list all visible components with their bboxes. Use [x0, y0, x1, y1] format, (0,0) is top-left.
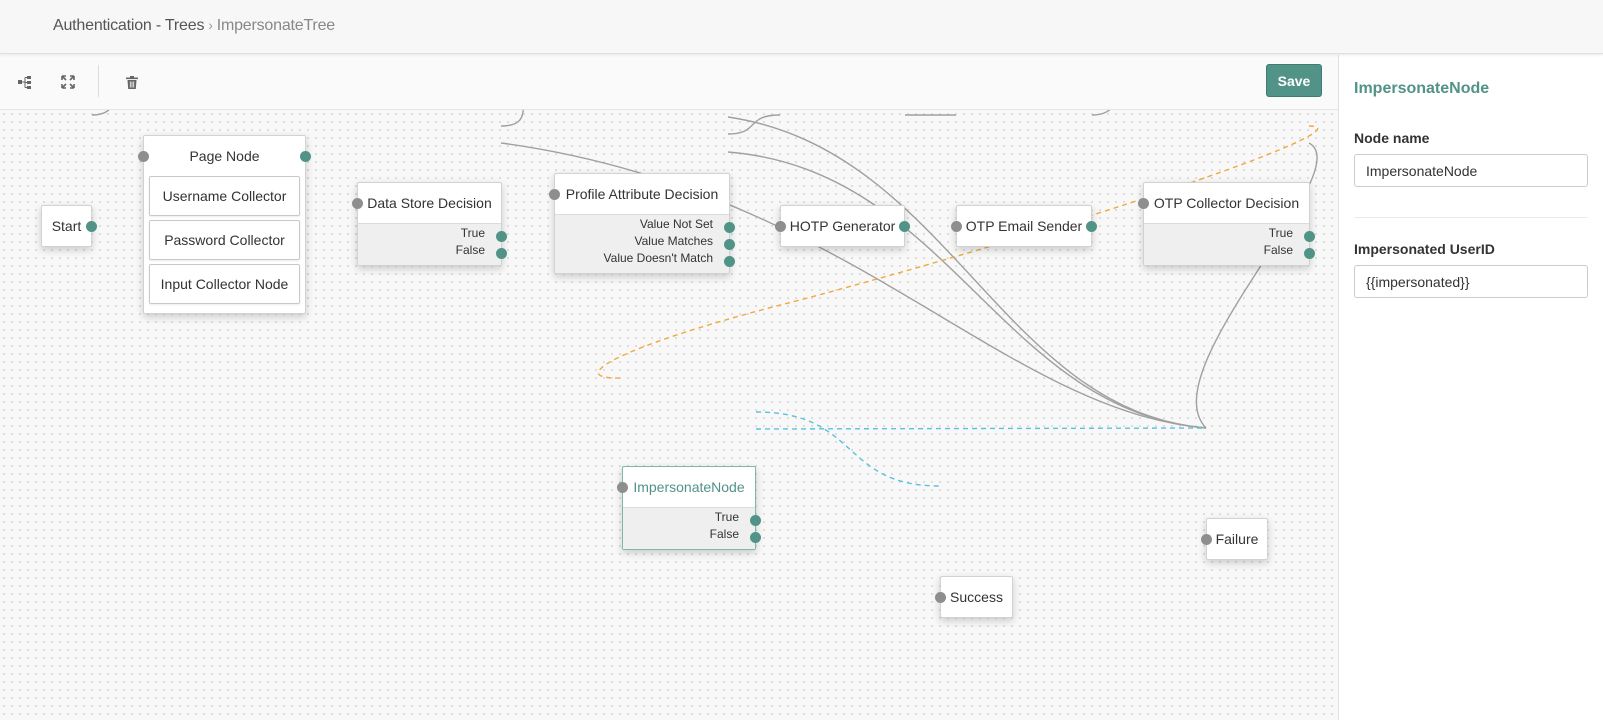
input-port[interactable] — [951, 221, 962, 232]
outcome-false-label: False — [1263, 243, 1293, 257]
link-otpemail-otpcollector — [1091, 110, 1111, 116]
input-port[interactable] — [1201, 534, 1212, 545]
outcome-false-label: False — [455, 243, 485, 257]
output-port[interactable] — [300, 151, 311, 162]
start-node[interactable]: Start — [41, 205, 97, 247]
username-collector-node[interactable]: Username Collector — [149, 176, 300, 216]
output-port-true[interactable] — [1304, 231, 1315, 242]
save-button[interactable]: Save — [1266, 64, 1322, 97]
input-collector-node[interactable]: Input Collector Node — [149, 264, 300, 304]
breadcrumb-separator: › — [208, 17, 213, 33]
output-port-false[interactable] — [1304, 248, 1315, 259]
page-node[interactable]: Page Node Username Collector Password Co… — [138, 135, 311, 314]
outcome-value-doesnt-match-label: Value Doesn't Match — [603, 251, 713, 265]
impersonated-userid-label: Impersonated UserID — [1354, 241, 1495, 257]
data-store-decision-node[interactable]: Data Store Decision True False — [352, 182, 507, 266]
profile-attribute-decision-node[interactable]: Profile Attribute Decision Value Not Set… — [549, 173, 735, 274]
failure-node[interactable]: Failure — [1201, 518, 1268, 560]
input-port[interactable] — [352, 198, 363, 209]
node-label: OTP Email Sender — [965, 218, 1083, 234]
input-port[interactable] — [617, 482, 628, 493]
output-port-value-matches[interactable] — [724, 239, 735, 250]
input-port[interactable] — [549, 189, 560, 200]
node-label: Success — [950, 589, 1003, 605]
link-impersonate-true-success — [755, 411, 941, 487]
node-label: Data Store Decision — [367, 195, 492, 211]
node-label: Start — [51, 218, 82, 234]
output-port-true[interactable] — [750, 515, 761, 526]
outcome-value-matches-label: Value Matches — [634, 234, 714, 248]
output-port-false[interactable] — [750, 532, 761, 543]
outcome-false-label: False — [709, 527, 739, 541]
expand-icon[interactable] — [58, 72, 78, 92]
link-profile-nomatch-failure — [727, 151, 1207, 429]
input-port[interactable] — [935, 592, 946, 603]
node-label: Failure — [1215, 531, 1259, 547]
breadcrumb: Authentication - Trees › ImpersonateTree — [53, 17, 335, 35]
link-impersonate-false-failure — [755, 427, 1207, 430]
outcome-true-label: True — [460, 226, 485, 240]
impersonate-node[interactable]: ImpersonateNode True False — [617, 466, 761, 550]
outcome-true-label: True — [714, 510, 739, 524]
outcome-value-not-set-label: Value Not Set — [639, 217, 713, 231]
output-port[interactable] — [1086, 221, 1097, 232]
breadcrumb-current: ImpersonateTree — [216, 17, 335, 34]
output-port-false[interactable] — [496, 248, 507, 259]
node-label: ImpersonateNode — [633, 479, 745, 495]
output-port[interactable] — [899, 221, 910, 232]
tree-layout-icon[interactable] — [15, 72, 35, 92]
success-node[interactable]: Success — [935, 576, 1013, 618]
page-header: Authentication - Trees › ImpersonateTree — [0, 0, 1603, 54]
node-label: Profile Attribute Decision — [565, 186, 719, 202]
node-properties-panel: ImpersonateNode Node name Impersonated U… — [1338, 55, 1603, 720]
node-name-label: Node name — [1354, 130, 1430, 146]
node-label: Page Node — [189, 148, 260, 164]
link-datastore-true-profile — [500, 110, 524, 127]
input-port[interactable] — [775, 221, 786, 232]
impersonated-userid-input[interactable] — [1354, 265, 1588, 298]
node-label: OTP Collector Decision — [1153, 195, 1300, 211]
password-collector-node[interactable]: Password Collector — [149, 220, 300, 260]
tree-canvas[interactable]: Start Page Node Username Collector Passw… — [0, 110, 1338, 720]
hotp-generator-node[interactable]: HOTP Generator — [775, 205, 910, 247]
output-port[interactable] — [86, 221, 97, 232]
tree-toolbar: Save — [0, 55, 1338, 110]
input-port[interactable] — [1138, 198, 1149, 209]
panel-title: ImpersonateNode — [1354, 80, 1490, 97]
toolbar-divider — [98, 65, 99, 97]
node-label: HOTP Generator — [789, 218, 896, 234]
outcome-true-label: True — [1268, 226, 1293, 240]
link-profile-notset-failure — [727, 116, 1207, 429]
output-port-true[interactable] — [496, 231, 507, 242]
output-port-value-not-set[interactable] — [724, 222, 735, 233]
node-name-input[interactable] — [1354, 154, 1588, 187]
panel-divider — [1354, 217, 1588, 218]
input-port[interactable] — [138, 151, 149, 162]
output-port-value-doesnt-match[interactable] — [724, 256, 735, 267]
trash-icon[interactable] — [122, 72, 142, 92]
breadcrumb-parent-link[interactable]: Authentication - Trees — [53, 17, 204, 34]
link-start-page — [91, 110, 110, 116]
link-profile-matches-hotp — [727, 114, 781, 135]
otp-collector-decision-node[interactable]: OTP Collector Decision True False — [1138, 182, 1315, 266]
otp-email-sender-node[interactable]: OTP Email Sender — [951, 205, 1097, 247]
